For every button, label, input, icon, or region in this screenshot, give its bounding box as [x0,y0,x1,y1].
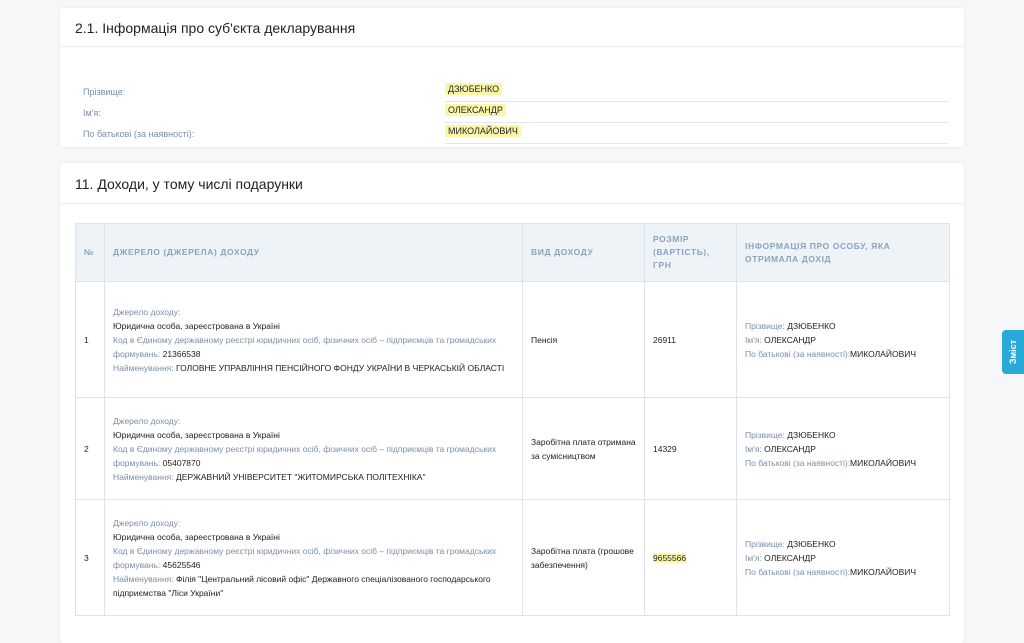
table-row: 3 Джерело доходу: Юридична особа, зареєс… [75,499,950,616]
table-header-row: № Джерело (джерела) доходу Вид доходу Ро… [75,223,950,282]
source-code: 05407870 [162,457,201,468]
person-patronymic-label: По батькові (за наявності): [745,348,851,359]
person-surname: ДЗЮБЕНКО [787,538,836,549]
source-label: Джерело доходу: [113,306,181,317]
person-first-name-label: Ім'я: [745,334,762,345]
source-code: 45625546 [162,559,201,570]
name-label: Найменування: [113,362,174,373]
person-patronymic: МИКОЛАЙОВИЧ [850,348,917,359]
row-source: Джерело доходу: Юридична особа, зареєстр… [104,281,523,398]
table-row: 2 Джерело доходу: Юридична особа, зареєс… [75,397,950,500]
income-table: № Джерело (джерела) доходу Вид доходу Ро… [75,223,950,616]
row-type: Заробітна плата отримана за сумісництвом [522,397,645,500]
person-first-name-label: Ім'я: [745,552,762,563]
toc-label: Зміст [1008,339,1018,365]
row-source: Джерело доходу: Юридична особа, зареєстр… [104,397,523,500]
header-person: Інформація про особу, яка отримала дохід [736,223,950,282]
header-num: № [75,223,105,282]
person-first-name: ОЛЕКСАНДР [764,334,816,345]
person-first-name: ОЛЕКСАНДР [764,552,816,563]
person-patronymic-label: По батькові (за наявності): [745,457,851,468]
person-surname-label: Прізвище: [745,320,785,331]
toc-button[interactable]: Зміст [1002,330,1024,374]
patronymic-row: По батькові (за наявності): МИКОЛАЙОВИЧ [83,122,948,144]
row-person: Прізвище: ДЗЮБЕНКО Ім'я: ОЛЕКСАНДР По ба… [736,499,950,616]
person-surname: ДЗЮБЕНКО [787,320,836,331]
subject-info-title: 2.1. Інформація про суб'єкта декларуванн… [60,8,964,47]
header-amount: Розмір (вартість), грн [644,223,737,282]
row-num: 1 [75,281,105,398]
person-patronymic-label: По батькові (за наявності): [745,566,851,577]
row-amount: 14329 [644,397,737,500]
source-entity: Юридична особа, зареєстрована в Україні [113,531,280,542]
person-surname-label: Прізвище: [745,538,785,549]
source-code: 21366538 [162,348,201,359]
person-first-name-label: Ім'я: [745,443,762,454]
first-name-row: Ім'я: ОЛЕКСАНДР [83,101,948,123]
person-surname: ДЗЮБЕНКО [787,429,836,440]
header-type: Вид доходу [522,223,645,282]
header-source: Джерело (джерела) доходу [104,223,523,282]
row-amount: 26911 [644,281,737,398]
row-type: Заробітна плата (грошове забезпечення) [522,499,645,616]
row-num: 3 [75,499,105,616]
amount-highlight: 9655566 [653,552,687,563]
source-label: Джерело доходу: [113,415,181,426]
person-surname-label: Прізвище: [745,429,785,440]
source-name: ГОЛОВНЕ УПРАВЛІННЯ ПЕНСІЙНОГО ФОНДУ УКРА… [176,362,505,373]
row-person: Прізвище: ДЗЮБЕНКО Ім'я: ОЛЕКСАНДР По ба… [736,397,950,500]
surname-label: Прізвище: [83,87,126,97]
row-type: Пенсія [522,281,645,398]
subject-info-card: 2.1. Інформація про суб'єкта декларуванн… [60,8,964,147]
table-row: 1 Джерело доходу: Юридична особа, зареєс… [75,281,950,398]
source-entity: Юридична особа, зареєстрована в Україні [113,320,280,331]
row-source: Джерело доходу: Юридична особа, зареєстр… [104,499,523,616]
person-first-name: ОЛЕКСАНДР [764,443,816,454]
row-person: Прізвище: ДЗЮБЕНКО Ім'я: ОЛЕКСАНДР По ба… [736,281,950,398]
person-patronymic: МИКОЛАЙОВИЧ [850,566,917,577]
row-amount: 9655566 [644,499,737,616]
name-label: Найменування: [113,573,174,584]
person-patronymic: МИКОЛАЙОВИЧ [850,457,917,468]
source-name: ДЕРЖАВНИЙ УНІВЕРСИТЕТ "ЖИТОМИРСЬКА ПОЛІТ… [176,471,426,482]
surname-row: Прізвище: ДЗЮБЕНКО [83,80,948,102]
name-label: Найменування: [113,471,174,482]
first-name-label: Ім'я: [83,108,101,118]
row-num: 2 [75,397,105,500]
patronymic-label: По батькові (за наявності): [83,129,195,139]
surname-value: ДЗЮБЕНКО [445,83,503,95]
patronymic-value: МИКОЛАЙОВИЧ [445,125,521,137]
income-card: 11. Доходи, у тому числі подарунки № Дже… [60,163,964,643]
income-title: 11. Доходи, у тому числі подарунки [60,163,964,204]
source-label: Джерело доходу: [113,517,181,528]
first-name-value: ОЛЕКСАНДР [445,104,506,116]
source-entity: Юридична особа, зареєстрована в Україні [113,429,280,440]
